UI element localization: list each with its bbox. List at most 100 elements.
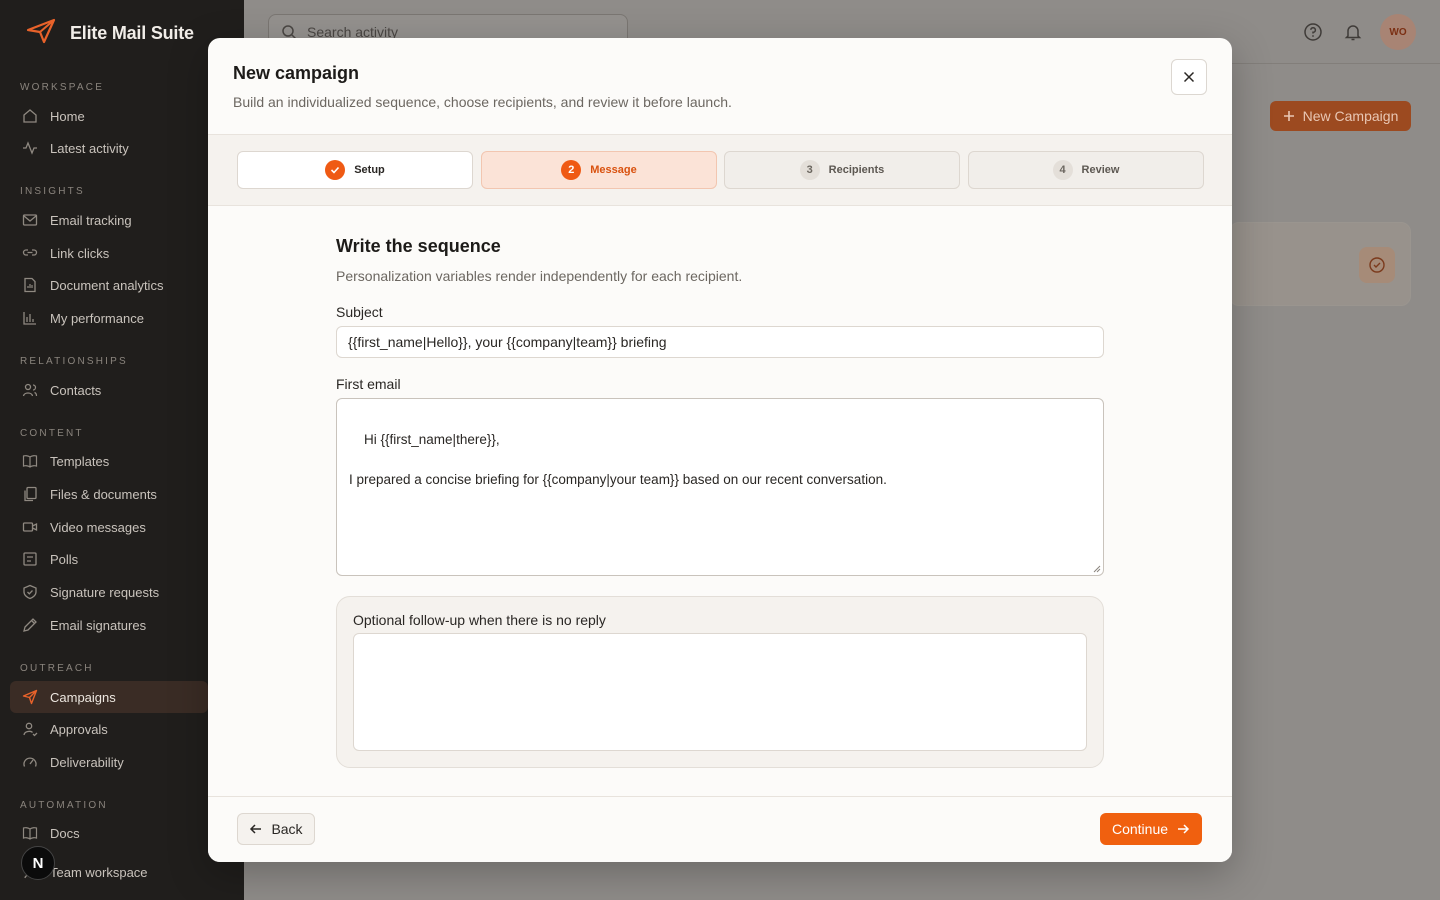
sidebar-item-email-signatures[interactable]: Email signatures bbox=[10, 609, 208, 641]
sidebar-item-label: Docs bbox=[50, 825, 80, 841]
sidebar-item-label: Approvals bbox=[50, 721, 108, 737]
sidebar-item-campaigns[interactable]: Campaigns bbox=[10, 681, 208, 713]
sidebar-item-label: My performance bbox=[50, 310, 144, 326]
mail-icon bbox=[22, 214, 38, 226]
section-automation: AUTOMATION bbox=[20, 800, 108, 811]
dialog-title: New campaign bbox=[233, 63, 360, 83]
followup-label: Optional follow-up when there is no repl… bbox=[353, 612, 606, 628]
continue-label: Continue bbox=[1111, 821, 1169, 837]
sidebar-item-signature-requests[interactable]: Signature requests bbox=[10, 576, 208, 608]
dialog-footer: Back Continue bbox=[208, 796, 1232, 862]
sidebar-item-deliverability[interactable]: Deliverability bbox=[10, 746, 208, 778]
check-icon bbox=[325, 160, 346, 180]
subject-label: Subject bbox=[336, 304, 383, 320]
sidebar-item-files-documents[interactable]: Files & documents bbox=[10, 478, 208, 510]
sidebar-item-label: Latest activity bbox=[50, 140, 129, 156]
section-insights: INSIGHTS bbox=[20, 186, 85, 197]
sidebar-item-label: Signature requests bbox=[50, 584, 160, 600]
home-icon bbox=[23, 109, 37, 123]
step-message[interactable]: 2 Message bbox=[481, 151, 717, 189]
sidebar-item-label: Team workspace bbox=[50, 864, 148, 880]
section-relationships: RELATIONSHIPS bbox=[20, 356, 128, 367]
gauge-icon bbox=[23, 757, 37, 767]
sidebar-item-polls[interactable]: Polls bbox=[10, 543, 208, 575]
sidebar-item-label: Files & documents bbox=[50, 486, 157, 502]
sidebar-item-label: Templates bbox=[50, 453, 110, 469]
sidebar-item-label: Contacts bbox=[50, 382, 102, 398]
sidebar-item-document-analytics[interactable]: Document analytics bbox=[10, 269, 208, 301]
continue-button[interactable]: Continue bbox=[1100, 813, 1202, 845]
step-recipients[interactable]: 3 Recipients bbox=[724, 151, 960, 189]
brand[interactable]: Elite Mail Suite bbox=[26, 18, 194, 49]
first-email-textarea[interactable]: Hi {{first_name|there}}, I prepared a co… bbox=[336, 398, 1104, 576]
new-campaign-button[interactable]: New Campaign bbox=[1270, 101, 1411, 131]
resize-handle-icon[interactable] bbox=[1093, 565, 1101, 573]
pen-icon bbox=[23, 618, 37, 632]
sidebar-item-video-messages[interactable]: Video messages bbox=[10, 511, 208, 543]
sidebar-item-label: Video messages bbox=[50, 519, 146, 535]
files-icon bbox=[24, 486, 37, 502]
sidebar-item-label: Polls bbox=[50, 551, 79, 567]
link-icon bbox=[22, 249, 38, 256]
check-circle-icon bbox=[1359, 247, 1395, 283]
arrow-right-icon bbox=[1178, 824, 1190, 834]
sidebar-item-docs[interactable]: Docs bbox=[10, 817, 208, 849]
section-content: CONTENT bbox=[20, 428, 84, 439]
arrow-left-icon bbox=[250, 824, 262, 834]
sidebar-item-label: Email tracking bbox=[50, 212, 132, 228]
section-outreach: OUTREACH bbox=[20, 663, 94, 674]
section-workspace: WORKSPACE bbox=[20, 82, 105, 93]
sidebar-item-templates[interactable]: Templates bbox=[10, 445, 208, 477]
followup-panel: Optional follow-up when there is no repl… bbox=[336, 596, 1104, 768]
send-icon bbox=[22, 689, 38, 705]
sidebar-item-approvals[interactable]: Approvals bbox=[10, 713, 208, 745]
section-subtitle: Personalization variables render indepen… bbox=[336, 268, 743, 284]
step-label: Recipients bbox=[828, 164, 885, 176]
sidebar-item-label: Campaigns bbox=[50, 689, 116, 705]
book-icon bbox=[22, 827, 38, 840]
bar-chart-icon bbox=[23, 312, 36, 325]
user-check-icon bbox=[23, 722, 38, 737]
step-label: Message bbox=[590, 164, 637, 176]
sidebar-item-label: Document analytics bbox=[50, 277, 164, 293]
video-icon bbox=[22, 522, 38, 532]
step-number: 4 bbox=[1052, 160, 1073, 180]
followup-textarea[interactable] bbox=[353, 633, 1087, 751]
new-campaign-dialog: New campaign Build an individualized seq… bbox=[208, 38, 1232, 862]
sidebar-item-my-performance[interactable]: My performance bbox=[10, 302, 208, 334]
section-title: Write the sequence bbox=[336, 236, 501, 256]
sidebar-item-label: Email signatures bbox=[50, 617, 147, 633]
step-number: 3 bbox=[799, 160, 820, 180]
paper-plane-logo-icon bbox=[26, 18, 56, 49]
avatar[interactable]: WO bbox=[1380, 14, 1416, 50]
plus-icon bbox=[1283, 111, 1294, 121]
close-button[interactable] bbox=[1171, 59, 1207, 95]
first-email-label: First email bbox=[336, 376, 401, 392]
sidebar-item-label: Deliverability bbox=[50, 754, 124, 770]
sidebar-item-contacts[interactable]: Contacts bbox=[10, 374, 208, 406]
sidebar-item-latest-activity[interactable]: Latest activity bbox=[10, 132, 208, 164]
step-label: Setup bbox=[354, 164, 385, 176]
step-review[interactable]: 4 Review bbox=[968, 151, 1204, 189]
back-button[interactable]: Back bbox=[237, 813, 315, 845]
first-email-text: Hi {{first_name|there}}, I prepared a co… bbox=[349, 432, 887, 487]
dialog-subtitle: Build an individualized sequence, choose… bbox=[233, 94, 732, 110]
sidebar-item-home[interactable]: Home bbox=[10, 100, 208, 132]
subject-input[interactable]: {{first_name|Hello}}, your {{company|tea… bbox=[336, 326, 1104, 358]
step-number: 2 bbox=[561, 160, 582, 180]
book-icon bbox=[22, 455, 38, 468]
app-name: Elite Mail Suite bbox=[70, 23, 194, 43]
new-campaign-label: New Campaign bbox=[1302, 108, 1399, 124]
step-label: Review bbox=[1081, 164, 1120, 176]
sidebar-item-email-tracking[interactable]: Email tracking bbox=[10, 204, 208, 236]
shield-icon bbox=[23, 584, 37, 600]
sidebar-item-label: Link clicks bbox=[50, 245, 110, 261]
help-icon[interactable] bbox=[1303, 22, 1323, 42]
users-icon bbox=[22, 383, 38, 397]
sidebar-item-link-clicks[interactable]: Link clicks bbox=[10, 237, 208, 269]
dev-tools-badge[interactable]: N bbox=[21, 846, 55, 880]
document-icon bbox=[24, 277, 36, 293]
bell-icon[interactable] bbox=[1343, 22, 1363, 42]
step-setup[interactable]: Setup bbox=[237, 151, 473, 189]
back-label: Back bbox=[271, 821, 303, 837]
